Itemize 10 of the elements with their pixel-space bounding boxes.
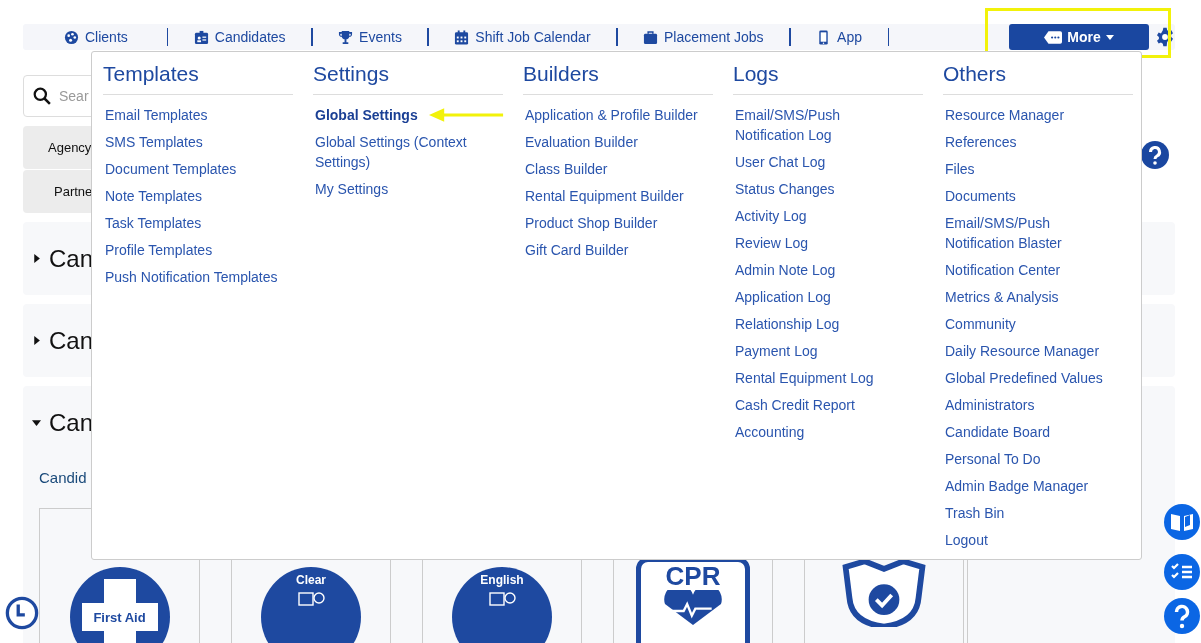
badge-drawing: English [452,567,552,643]
cpr-badge-drawing: CPR [636,557,750,643]
menu-column-heading: Others [943,62,1133,95]
menu-column-heading: Templates [103,62,293,95]
subsection-title: Candid [38,469,87,486]
menu-column-heading: Settings [313,62,503,95]
menu-column-heading: Builders [523,62,713,95]
menu-column-heading: Logs [733,62,923,95]
badge-drawing: Clear [261,567,361,643]
first-aid-badge-drawing: First Aid [69,567,170,643]
